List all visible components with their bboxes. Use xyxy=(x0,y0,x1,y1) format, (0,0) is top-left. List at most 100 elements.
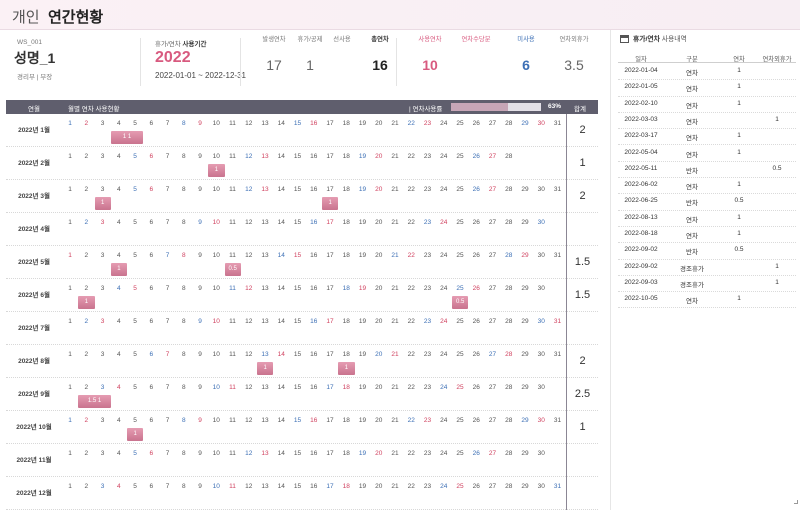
usage-history-row[interactable]: 2022-01-05 연차 1 xyxy=(618,80,796,97)
day-number: 9 xyxy=(198,351,202,358)
usage-history-row[interactable]: 2022-02-10 연차 1 xyxy=(618,97,796,113)
day-number: 10 xyxy=(212,219,220,226)
day-number: 14 xyxy=(277,153,285,160)
calendar-icon xyxy=(620,35,629,44)
leave-mark[interactable]: 1 xyxy=(257,362,274,375)
day-number: 9 xyxy=(198,285,202,292)
cell: 1 xyxy=(737,67,741,74)
day-number: 24 xyxy=(440,384,448,391)
cell: 1 xyxy=(737,99,741,107)
page-title-prefix: 개인 xyxy=(12,9,40,26)
day-number: 26 xyxy=(472,483,480,490)
cell: 2022-06-02 xyxy=(624,181,658,189)
usage-history-row[interactable]: 2022-01-04 연차 1 xyxy=(618,64,796,81)
usage-history-row[interactable]: 2022-06-25 반차 0.5 xyxy=(618,194,796,211)
day-number: 24 xyxy=(440,219,448,226)
day-number: 22 xyxy=(407,285,415,292)
usage-history-row[interactable]: 2022-09-03 경조휴가 1 xyxy=(618,276,796,293)
day-number: 25 xyxy=(456,120,464,127)
day-number: 14 xyxy=(277,417,285,424)
day-number: 18 xyxy=(342,219,350,226)
day-number: 27 xyxy=(488,186,497,193)
day-number: 16 xyxy=(310,417,318,424)
leave-mark[interactable]: 0.5 xyxy=(224,263,241,276)
day-number: 8 xyxy=(181,153,186,160)
usage-history-row[interactable]: 2022-09-02 경조휴가 1 xyxy=(618,260,796,276)
day-number: 8 xyxy=(181,318,186,325)
usage-history-row[interactable]: 2022-09-02 반차 0.5 xyxy=(618,243,796,260)
leave-mark[interactable]: 1 xyxy=(110,263,127,276)
month-label: 2022년 3월 xyxy=(18,193,50,200)
day-number: 11 xyxy=(229,417,236,424)
leave-mark[interactable]: 1 xyxy=(94,197,111,210)
day-strip: 1 2 3 4 5 6 7 8 9 10 11 12 13 14 15 16 17 18 19 20 21 22 23 24 2… xyxy=(62,444,566,477)
day-number: 18 xyxy=(342,351,350,358)
leave-mark[interactable]: 1.5 1 xyxy=(78,395,111,408)
day-number: 1 xyxy=(68,153,72,160)
leave-mark[interactable]: 1 1 xyxy=(110,131,144,144)
month-row: 2022년 12월 1 2 3 4 5 6 7 8 9 10 11 12 13 14 15 16 17 18 19 20… xyxy=(6,477,598,510)
employee-dept: 경리부 | 부장 xyxy=(17,74,53,81)
day-number: 22 xyxy=(407,252,415,259)
day-number: 17 xyxy=(326,351,334,358)
day-number: 19 xyxy=(358,153,367,160)
header-usage: 월별 연차 사용현황 xyxy=(68,106,120,113)
leave-mark[interactable]: 1 xyxy=(322,197,339,210)
day-number: 30 xyxy=(537,252,545,259)
usage-history-row[interactable]: 2022-08-18 연차 1 xyxy=(618,227,796,244)
usage-history-row[interactable]: 2022-03-17 연차 1 xyxy=(618,129,796,146)
day-number: 28 xyxy=(505,318,513,325)
day-number: 17 xyxy=(326,417,334,424)
day-number: 25 xyxy=(456,483,464,490)
month-row: 2022년 9월 1 2 3 4 5 6 7 8 9 10 11 12 13 14 15 16 17 18 19 20 2… xyxy=(6,378,598,411)
day-number: 27 xyxy=(488,219,497,226)
day-number: 9 xyxy=(198,120,202,127)
day-number: 27 xyxy=(488,252,497,259)
day-number: 7 xyxy=(165,153,170,160)
day-number: 13 xyxy=(261,483,269,490)
usage-history-row[interactable]: 2022-06-02 연차 1 xyxy=(618,178,796,195)
usage-history-row[interactable]: 2022-10-05 연차 1 xyxy=(618,292,796,309)
leave-mark[interactable]: 1 xyxy=(78,296,95,309)
leave-mark[interactable]: 1 xyxy=(208,164,225,177)
day-number: 21 xyxy=(391,153,399,160)
day-number: 10 xyxy=(212,483,220,490)
usage-history-row[interactable]: 2022-03-03 연차 1 xyxy=(618,113,796,130)
day-number: 21 xyxy=(391,285,399,292)
day-number: 11 xyxy=(229,252,236,259)
month-label: 2022년 1월 xyxy=(18,127,50,134)
day-number: 21 xyxy=(391,318,399,325)
day-number: 6 xyxy=(149,120,154,127)
month-row: 2022년 2월 1 2 3 4 5 6 7 8 9 10 11 12 13 14 15 16 17 18 19 20 2… xyxy=(6,147,598,180)
day-number: 17 xyxy=(326,252,334,259)
month-total: 1 xyxy=(566,147,598,180)
cell: 1 xyxy=(737,213,741,221)
leave-mark[interactable]: 1 xyxy=(338,362,355,375)
day-strip: 1 2 3 4 5 6 7 8 9 10 11 12 13 14 15 16 17 18 19 20 21 22 23 24 2… xyxy=(62,279,566,312)
day-number: 19 xyxy=(358,318,367,325)
day-number: 25 xyxy=(456,417,464,424)
leave-mark[interactable]: 0.5 xyxy=(452,296,469,309)
day-number: 29 xyxy=(521,450,529,457)
day-number: 13 xyxy=(261,351,269,358)
leave-mark[interactable]: 1 xyxy=(127,428,144,441)
usage-history-row[interactable]: 2022-05-04 연차 1 xyxy=(618,146,796,162)
day-number: 15 xyxy=(293,219,302,226)
day-number: 14 xyxy=(277,186,285,193)
day-number: 29 xyxy=(521,318,529,325)
cell: 2022-02-10 xyxy=(624,99,658,107)
day-number: 2 xyxy=(84,252,89,259)
usage-history-row[interactable]: 2022-05-11 반차 0.5 xyxy=(618,162,796,179)
day-number: 31 xyxy=(553,186,562,193)
day-number: 22 xyxy=(407,219,415,226)
resize-handle[interactable] xyxy=(794,500,798,504)
day-number: 15 xyxy=(293,153,302,160)
day-number: 21 xyxy=(391,483,399,490)
cell: 0.5 xyxy=(772,164,782,172)
col-other-leave: 연차외휴가 xyxy=(762,56,792,63)
usage-history-row[interactable]: 2022-08-13 연차 1 xyxy=(618,211,796,227)
month-total: 2 xyxy=(566,345,598,378)
month-row: 2022년 3월 1 2 3 4 5 6 7 8 9 10 11 12 13 14 15 16 17 18 19 20 2… xyxy=(6,180,598,213)
cell: 연차 xyxy=(686,86,698,94)
day-number: 4 xyxy=(116,318,121,325)
